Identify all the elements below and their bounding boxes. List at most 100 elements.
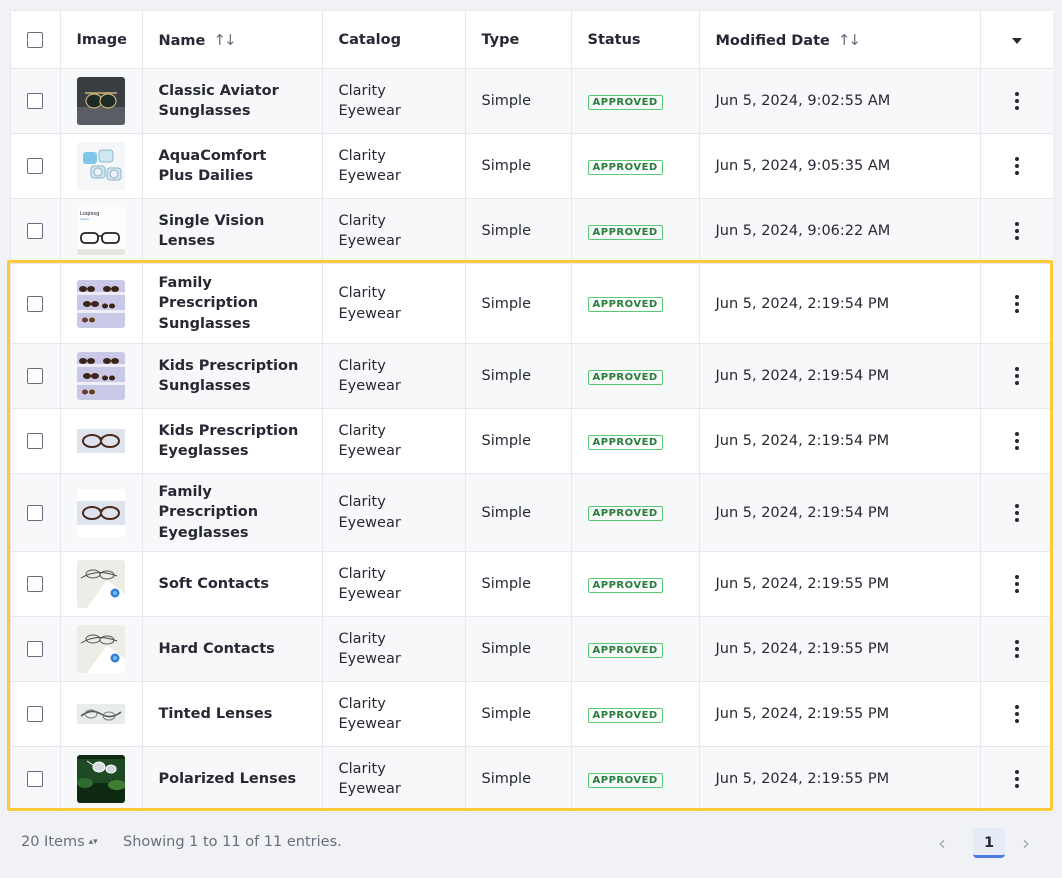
row-image-cell: Loqiexg Vision xyxy=(60,198,143,264)
product-name[interactable]: Hard Contacts xyxy=(159,639,306,660)
product-name[interactable]: Family Prescription Sunglasses xyxy=(159,273,306,335)
items-per-page-label: 20 Items xyxy=(21,834,85,850)
chevron-right-icon[interactable]: › xyxy=(1022,831,1030,855)
table-row[interactable]: Family Prescription Sunglasses Clarity Ey… xyxy=(11,263,1053,344)
row-modified-cell: Jun 5, 2024, 2:19:54 PM xyxy=(699,408,981,474)
sort-icon[interactable]: ↑↓ xyxy=(213,31,236,49)
row-status-cell: APPROVED xyxy=(571,408,700,474)
status-badge: APPROVED xyxy=(587,506,663,521)
product-thumbnail xyxy=(76,352,125,400)
table-row[interactable]: Hard Contacts Clarity Eyewear Simple APPROV… xyxy=(11,616,1053,682)
kebab-menu-icon[interactable] xyxy=(1014,575,1019,593)
kebab-menu-icon[interactable] xyxy=(1014,705,1019,723)
product-thumbnail xyxy=(76,279,125,328)
select-all-checkbox[interactable] xyxy=(27,31,44,48)
column-options-cell[interactable] xyxy=(980,11,1053,69)
kebab-menu-icon[interactable] xyxy=(1014,222,1019,240)
product-name[interactable]: Family Prescription Eyeglasses xyxy=(159,482,306,544)
row-modified-cell: Jun 5, 2024, 9:02:55 AM xyxy=(699,68,981,134)
status-badge: APPROVED xyxy=(587,224,663,240)
row-checkbox[interactable] xyxy=(27,576,44,592)
kebab-menu-icon[interactable] xyxy=(1014,432,1019,450)
row-catalog-cell: Clarity Eyewear xyxy=(322,68,466,134)
sort-icon[interactable]: ↑↓ xyxy=(838,31,861,49)
product-thumbnail xyxy=(76,417,125,465)
catalog-name: Clarity Eyewear xyxy=(338,147,401,185)
column-header-modified-date[interactable]: Modified Date ↑↓ xyxy=(699,11,981,69)
row-checkbox[interactable] xyxy=(27,93,44,109)
caret-down-icon[interactable] xyxy=(1011,37,1022,44)
row-modified-cell: Jun 5, 2024, 2:19:55 PM xyxy=(699,681,981,747)
column-header-status: Status xyxy=(571,11,700,69)
row-image-cell xyxy=(60,263,143,344)
row-status-cell: APPROVED xyxy=(571,343,700,409)
product-name[interactable]: Classic Aviator Sunglasses xyxy=(159,81,306,122)
table-row[interactable]: Loqiexg Vision Single Vision Lenses Clarity… xyxy=(11,198,1053,264)
table-row[interactable]: Kids Prescription Sunglasses Clarity Eyew… xyxy=(11,343,1053,409)
row-checkbox[interactable] xyxy=(27,706,44,722)
kebab-menu-icon[interactable] xyxy=(1014,770,1019,789)
kebab-menu-icon[interactable] xyxy=(1014,294,1019,313)
kebab-menu-icon[interactable] xyxy=(1014,503,1019,522)
page-button-current[interactable]: 1 xyxy=(973,828,1005,858)
row-name-cell: Tinted Lenses xyxy=(142,681,323,747)
row-checkbox[interactable] xyxy=(27,433,44,449)
row-checkbox[interactable] xyxy=(27,771,44,788)
table-row[interactable]: Tinted Lenses Clarity Eyewear Simple APPROV… xyxy=(11,681,1053,747)
row-checkbox[interactable] xyxy=(27,368,44,384)
row-select-cell xyxy=(11,343,61,409)
row-catalog-cell: Clarity Eyewear xyxy=(322,198,466,264)
row-status-cell: APPROVED xyxy=(571,68,700,134)
column-header-catalog: Catalog xyxy=(322,11,466,69)
row-modified-cell: Jun 5, 2024, 9:05:35 AM xyxy=(699,133,981,199)
status-badge: APPROVED xyxy=(587,434,663,450)
product-name[interactable]: Kids Prescription Eyeglasses xyxy=(159,421,306,462)
row-checkbox[interactable] xyxy=(27,641,44,657)
product-name[interactable]: Polarized Lenses xyxy=(159,769,306,790)
row-actions-cell xyxy=(980,473,1053,552)
catalog-name: Clarity Eyewear xyxy=(338,422,401,460)
row-catalog-cell: Clarity Eyewear xyxy=(322,746,466,812)
product-name[interactable]: Soft Contacts xyxy=(159,574,306,595)
product-thumbnail xyxy=(76,142,125,190)
chevron-left-icon[interactable]: ‹ xyxy=(938,831,946,855)
row-select-cell xyxy=(11,746,61,812)
product-name[interactable]: Kids Prescription Sunglasses xyxy=(159,356,306,397)
table-row[interactable]: Kids Prescription Eyeglasses Clarity Eyew… xyxy=(11,408,1053,474)
product-name[interactable]: Single Vision Lenses xyxy=(159,211,306,252)
catalog-name: Clarity Eyewear xyxy=(338,357,401,395)
product-thumbnail xyxy=(76,488,125,537)
kebab-menu-icon[interactable] xyxy=(1014,92,1019,110)
row-checkbox[interactable] xyxy=(27,295,44,312)
product-name[interactable]: AquaComfort Plus Dailies xyxy=(159,146,306,187)
column-header-name[interactable]: Name ↑↓ xyxy=(142,11,323,69)
row-type-cell: Simple xyxy=(465,551,572,617)
catalog-name: Clarity Eyewear xyxy=(338,212,401,250)
row-actions-cell xyxy=(980,343,1053,409)
table-row[interactable]: Family Prescription Eyeglasses Clarity Ey… xyxy=(11,473,1053,552)
table-row[interactable]: Polarized Lenses Clarity Eyewear Simple APP… xyxy=(11,746,1053,812)
row-modified-cell: Jun 5, 2024, 2:19:55 PM xyxy=(699,616,981,682)
row-catalog-cell: Clarity Eyewear xyxy=(322,551,466,617)
kebab-menu-icon[interactable] xyxy=(1014,640,1019,658)
product-name[interactable]: Tinted Lenses xyxy=(159,704,306,725)
table-row[interactable]: Soft Contacts Clarity Eyewear Simple APPROV… xyxy=(11,551,1053,617)
row-checkbox[interactable] xyxy=(27,504,44,521)
row-select-cell xyxy=(11,68,61,134)
catalog-name: Clarity Eyewear xyxy=(338,285,401,322)
row-actions-cell xyxy=(980,133,1053,199)
status-badge: APPROVED xyxy=(587,772,663,788)
row-actions-cell xyxy=(980,616,1053,682)
items-per-page-select[interactable]: 20 Items ▴▾ xyxy=(21,834,98,850)
kebab-menu-icon[interactable] xyxy=(1014,367,1019,385)
kebab-menu-icon[interactable] xyxy=(1014,157,1019,175)
column-header-image: Image xyxy=(60,11,143,69)
table-row[interactable]: Classic Aviator Sunglasses Clarity Eyewea… xyxy=(11,68,1053,134)
catalog-name: Clarity Eyewear xyxy=(338,630,401,668)
status-badge: APPROVED xyxy=(587,577,663,593)
row-checkbox[interactable] xyxy=(27,223,44,239)
row-select-cell xyxy=(11,408,61,474)
row-checkbox[interactable] xyxy=(27,158,44,174)
table-row[interactable]: AquaComfort Plus Dailies Clarity Eyewear S… xyxy=(11,133,1053,199)
row-catalog-cell: Clarity Eyewear xyxy=(322,343,466,409)
